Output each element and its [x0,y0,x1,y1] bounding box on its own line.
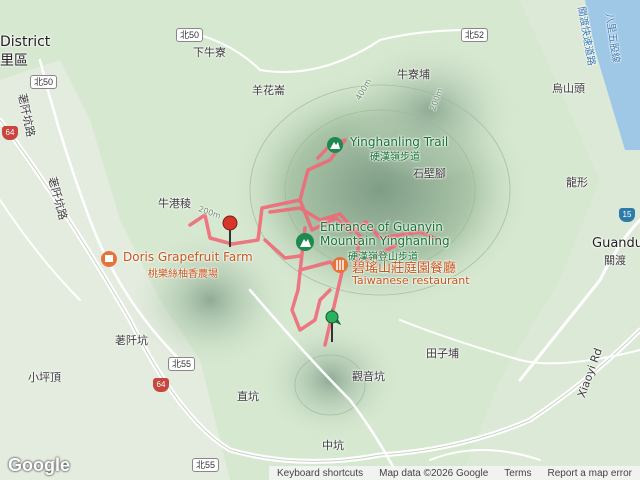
google-logo: Google [8,455,70,475]
restaurant-poi-label-en: Taiwanese restaurant [352,274,470,287]
map-canvas[interactable]: District 里區 下牛寮 羊花崙 牛寮埔 烏山頭 石壁腳 龍形 牛港稜 G… [0,0,640,480]
trail-poi-label[interactable]: Yinghanling Trail [350,135,448,149]
start-marker-icon[interactable] [324,308,344,344]
entrance-poi-icon[interactable] [294,231,316,253]
highway-15-shield: 15 [619,208,635,222]
place-xia-niu-liao: 下牛寮 [193,46,226,59]
place-niu-liao-bu: 牛寮埔 [397,68,430,81]
farm-poi-label-zh: 桃樂絲柚香農場 [148,269,218,280]
road-shield-north52: 北52 [461,28,489,42]
place-tian-zi-bu: 田子埔 [426,347,459,360]
keyboard-shortcuts-link[interactable]: Keyboard shortcuts [269,468,371,479]
trail-poi-label-zh: 硬漢嶺步道 [370,152,420,163]
place-xiao-ping-ding: 小坪頂 [28,371,61,384]
highway-64-shield-2: 64 [153,378,169,392]
road-shield-north50-2: 北50 [30,75,58,89]
farm-poi-label[interactable]: Doris Grapefruit Farm [123,250,253,264]
place-shi-bi-jiao: 石壁腳 [413,167,446,180]
place-guandu-zh: 關渡 [604,254,626,267]
place-guan-yin-keng: 觀音坑 [352,370,385,383]
place-shu-qian-keng: 荖阡坑 [115,334,148,347]
district-zh-label: 里區 [0,53,28,69]
trail-poi-icon[interactable] [325,135,345,155]
report-error-link[interactable]: Report a map error [540,468,640,479]
highway-64-shield: 64 [2,126,18,140]
road-shield-north55: 北55 [168,357,196,371]
place-guandu: Guandu [592,236,640,251]
road-shield-north50: 北50 [176,28,204,42]
place-niu-gang-leng: 牛港稜 [158,197,191,210]
entrance-poi-label[interactable]: Entrance of Guanyin [320,220,443,234]
place-wu-shan-tou: 烏山頭 [552,82,585,95]
entrance-poi-label-2: Mountain Yinghanling [320,234,450,248]
farm-poi-icon[interactable] [100,250,118,268]
terms-link[interactable]: Terms [496,468,539,479]
place-yang-hua-zhai: 羊花崙 [252,84,285,97]
end-marker-icon[interactable] [222,215,240,249]
district-label: District [0,34,51,50]
restaurant-poi-icon[interactable] [331,256,349,274]
road-shield-north55-2: 北55 [192,458,220,472]
map-data-text: Map data ©2026 Google [379,467,489,479]
place-zhi-keng: 直坑 [237,390,259,403]
place-zhong-keng: 中坑 [322,439,344,452]
place-long-xing: 龍形 [566,176,588,189]
attribution-bar: Keyboard shortcuts Map data ©2026 Google… [268,466,640,480]
